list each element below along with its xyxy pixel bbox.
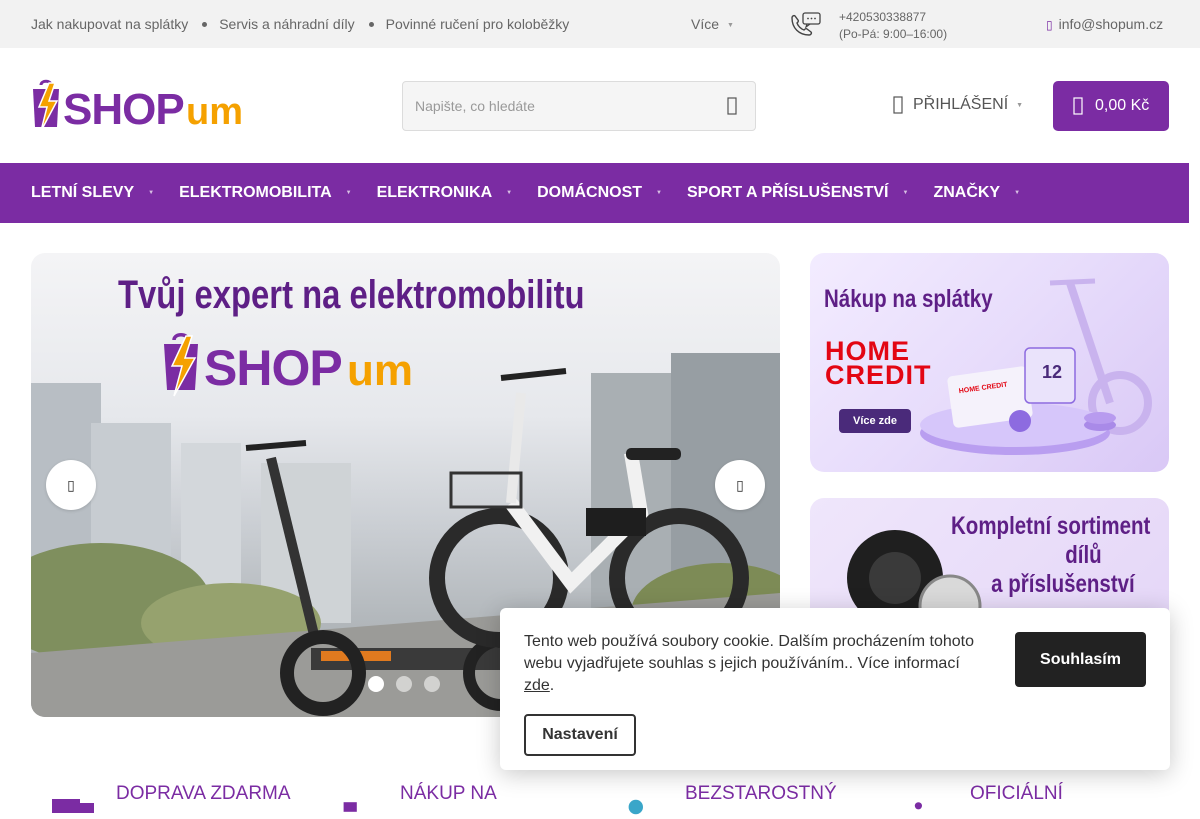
slider-dot[interactable] — [396, 676, 412, 692]
search-box — [402, 81, 756, 131]
cookie-text: Tento web používá soubory cookie. Dalším… — [524, 633, 975, 694]
benefit-installments: NÁKUP NA — [340, 783, 497, 819]
home-credit-logo: HOME CREDIT — [825, 338, 932, 390]
chevron-down-icon: ▼ — [727, 22, 734, 29]
hero-headline: Tvůj expert na elektromobilitu — [118, 273, 585, 317]
home-credit-line2: CREDIT — [825, 360, 932, 390]
benefit-official: OFICIÁLNÍ — [910, 783, 1063, 819]
bullet-separator — [202, 22, 208, 27]
chevron-down-icon: ▼ — [1014, 190, 1021, 196]
phone-hours: (Po-Pá: 9:00–16:00) — [839, 27, 948, 41]
parts-title-line: dílů — [1065, 541, 1102, 569]
svg-text:um: um — [347, 346, 413, 395]
cookie-accept-button[interactable]: Souhlasím — [1015, 632, 1146, 687]
arrow-left-icon: ▯ — [67, 476, 75, 493]
nav-item-electronics[interactable]: ELEKTRONIKA ▼ — [377, 184, 513, 202]
slider-dot[interactable] — [424, 676, 440, 692]
search-icon[interactable] — [727, 97, 737, 115]
bullet-separator — [368, 22, 374, 27]
cookie-consent-dialog: Tento web používá soubory cookie. Dalším… — [500, 608, 1170, 770]
cookie-message: Tento web používá soubory cookie. Dalším… — [524, 633, 975, 672]
benefit-free-shipping: DOPRAVA ZDARMA — [48, 783, 291, 819]
installments-title: Nákup na splátky — [824, 285, 993, 313]
parts-title: Kompletní sortiment dílů a příslušenství — [951, 512, 1150, 599]
truck-icon — [52, 799, 94, 813]
cart-button[interactable]: 0,00 Kč — [1053, 81, 1169, 131]
email-address: info@shopum.cz — [1058, 16, 1164, 32]
hero-shopum-logo: SHOP um — [164, 333, 413, 397]
nav-item-household[interactable]: DOMÁCNOST ▼ — [537, 184, 662, 202]
nav-label: LETNÍ SLEVY — [31, 184, 135, 201]
chevron-down-icon: ▼ — [902, 190, 909, 196]
benefit-label: BEZSTAROSTNÝ — [685, 783, 837, 804]
nav-label: DOMÁCNOST — [537, 184, 643, 201]
top-link-installments[interactable]: Jak nakupovat na splátky — [31, 16, 188, 32]
nav-item-sport[interactable]: SPORT A PŘÍSLUŠENSTVÍ ▼ — [687, 184, 908, 202]
nav-label: ELEKTROMOBILITA — [179, 184, 332, 201]
svg-text:SHOP: SHOP — [63, 85, 184, 134]
more-menu[interactable]: Více ▼ — [691, 16, 734, 32]
user-icon — [893, 96, 903, 114]
nav-item-brands[interactable]: ZNAČKY ▼ — [933, 184, 1020, 202]
benefit-label: NÁKUP NA — [400, 783, 497, 804]
more-label: Více — [691, 16, 720, 32]
svg-text:SHOP: SHOP — [204, 340, 342, 396]
search-input[interactable] — [403, 82, 693, 130]
cookie-more-info-link[interactable]: zde — [524, 677, 550, 694]
slider-dot[interactable] — [368, 676, 384, 692]
cart-total: 0,00 Kč — [1095, 97, 1150, 114]
main-navigation: LETNÍ SLEVY ▼ ELEKTROMOBILITA ▼ ELEKTRONIK… — [0, 163, 1189, 223]
nav-label: SPORT A PŘÍSLUŠENSTVÍ — [686, 184, 889, 201]
cookie-settings-button[interactable]: Nastavení — [524, 714, 636, 756]
badge-icon — [914, 802, 922, 810]
top-link-insurance[interactable]: Povinné ručení pro koloběžky — [386, 16, 570, 32]
chevron-down-icon: ▼ — [345, 190, 352, 196]
phone-number: +420530338877 — [839, 10, 927, 24]
installments-more-button[interactable]: Více zde — [839, 409, 911, 433]
chevron-down-icon: ▼ — [656, 190, 662, 196]
chevron-down-icon: ▼ — [148, 190, 155, 196]
phone-contact[interactable]: +420530338877 (Po-Pá: 9:00–16:00) — [839, 9, 947, 43]
nav-item-electromobility[interactable]: ELEKTROMOBILITA ▼ — [179, 184, 352, 202]
login-menu[interactable]: PŘIHLÁŠENÍ ▼ — [893, 96, 1023, 114]
site-header: SHOP um PŘIHLÁŠENÍ ▼ 0,00 Kč — [0, 48, 1200, 163]
arrow-right-icon: ▯ — [736, 476, 744, 493]
shopum-logo[interactable]: SHOP um — [31, 79, 257, 134]
phone-chat-icon — [791, 12, 821, 36]
svg-text:um: um — [186, 91, 243, 133]
shield-icon — [628, 799, 643, 815]
envelope-icon: ▯ — [1046, 18, 1053, 32]
email-link[interactable]: ▯ info@shopum.cz — [1046, 16, 1163, 32]
slider-prev-button[interactable]: ▯ — [46, 460, 96, 510]
benefit-label: OFICIÁLNÍ — [970, 783, 1063, 804]
parts-title-line: a příslušenství — [991, 570, 1135, 598]
top-links: Jak nakupovat na splátky Servis a náhrad… — [31, 16, 569, 32]
benefit-label: DOPRAVA ZDARMA — [116, 783, 291, 804]
slider-next-button[interactable]: ▯ — [715, 460, 765, 510]
cart-icon — [1073, 97, 1083, 115]
top-bar: Jak nakupovat na splátky Servis a náhrad… — [0, 0, 1200, 48]
chevron-down-icon: ▼ — [506, 190, 513, 196]
svg-text:12: 12 — [1042, 362, 1062, 382]
top-link-service[interactable]: Servis a náhradní díly — [219, 16, 354, 32]
banner-installments[interactable]: HOME CREDIT 12 Nákup na splátky HOME CRE… — [810, 253, 1169, 472]
nav-item-summer-sale[interactable]: LETNÍ SLEVY ▼ — [31, 184, 154, 202]
nav-label: ELEKTRONIKA — [376, 184, 493, 201]
chevron-down-icon: ▼ — [1016, 101, 1024, 109]
nav-label: ZNAČKY — [933, 184, 1001, 201]
benefit-carefree: BEZSTAROSTNÝ — [625, 783, 837, 819]
login-label: PŘIHLÁŠENÍ — [913, 96, 1009, 113]
parts-title-line: Kompletní sortiment — [951, 512, 1151, 540]
calendar-icon — [343, 802, 357, 812]
slider-dots — [368, 676, 452, 692]
